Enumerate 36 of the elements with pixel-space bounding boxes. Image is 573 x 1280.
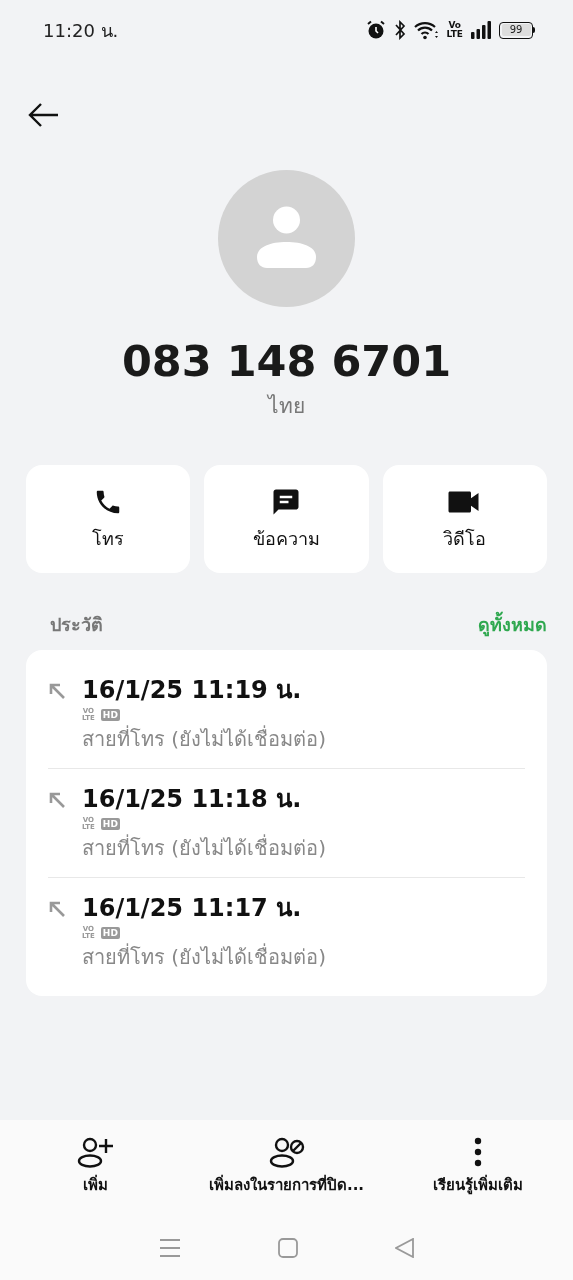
- home-icon[interactable]: [277, 1237, 298, 1258]
- call-status: สายที่โทร (ยังไม่ได้เชื่อมต่อ): [82, 942, 326, 971]
- hd-badge: HD: [100, 709, 120, 721]
- bottom-action-button[interactable]: เพิ่มลงในรายการที่ปิด...: [191, 1136, 382, 1215]
- battery-icon: 99: [499, 21, 535, 39]
- back-icon[interactable]: [394, 1237, 415, 1258]
- outgoing-call-icon: [48, 900, 66, 918]
- bottom-action-button[interactable]: เรียนรู้เพิ่มเติม: [382, 1136, 573, 1215]
- more-icon: [473, 1137, 482, 1167]
- phone-number: 083 148 6701: [121, 335, 452, 388]
- outgoing-call-icon: [48, 791, 66, 809]
- call-time: 16/1/25 11:17 น.: [82, 893, 303, 924]
- action-button[interactable]: โทร: [26, 465, 191, 573]
- country-label: ไทย: [268, 393, 305, 420]
- bluetooth-icon: [394, 20, 407, 40]
- call-status: สายที่โทร (ยังไม่ได้เชื่อมต่อ): [82, 724, 326, 753]
- bottom-action-button[interactable]: เพิ่ม: [0, 1136, 191, 1215]
- hd-badge: HD: [100, 927, 120, 939]
- hd-badge: HD: [100, 818, 120, 830]
- status-time: 11:20 น.: [43, 18, 119, 43]
- call-time: 16/1/25 11:19 น.: [82, 675, 303, 706]
- block-person-icon: [268, 1136, 305, 1168]
- action-button[interactable]: ข้อความ: [204, 465, 369, 573]
- menu-icon[interactable]: [158, 1237, 181, 1258]
- outgoing-call-icon: [48, 682, 66, 700]
- action-button[interactable]: วิดีโอ: [382, 465, 547, 573]
- alarm-icon: [366, 20, 387, 40]
- add-person-icon: [76, 1136, 115, 1168]
- avatar-icon: [218, 170, 355, 307]
- volte-icon: Vo LTE: [446, 21, 463, 39]
- history-heading: ประวัติ: [50, 613, 103, 637]
- call-time: 16/1/25 11:18 น.: [82, 784, 303, 815]
- signal-icon: [471, 21, 491, 39]
- call-status: สายที่โทร (ยังไม่ได้เชื่อมต่อ): [82, 833, 326, 862]
- back-arrow-icon[interactable]: [28, 102, 60, 128]
- wifi-icon: [414, 20, 439, 40]
